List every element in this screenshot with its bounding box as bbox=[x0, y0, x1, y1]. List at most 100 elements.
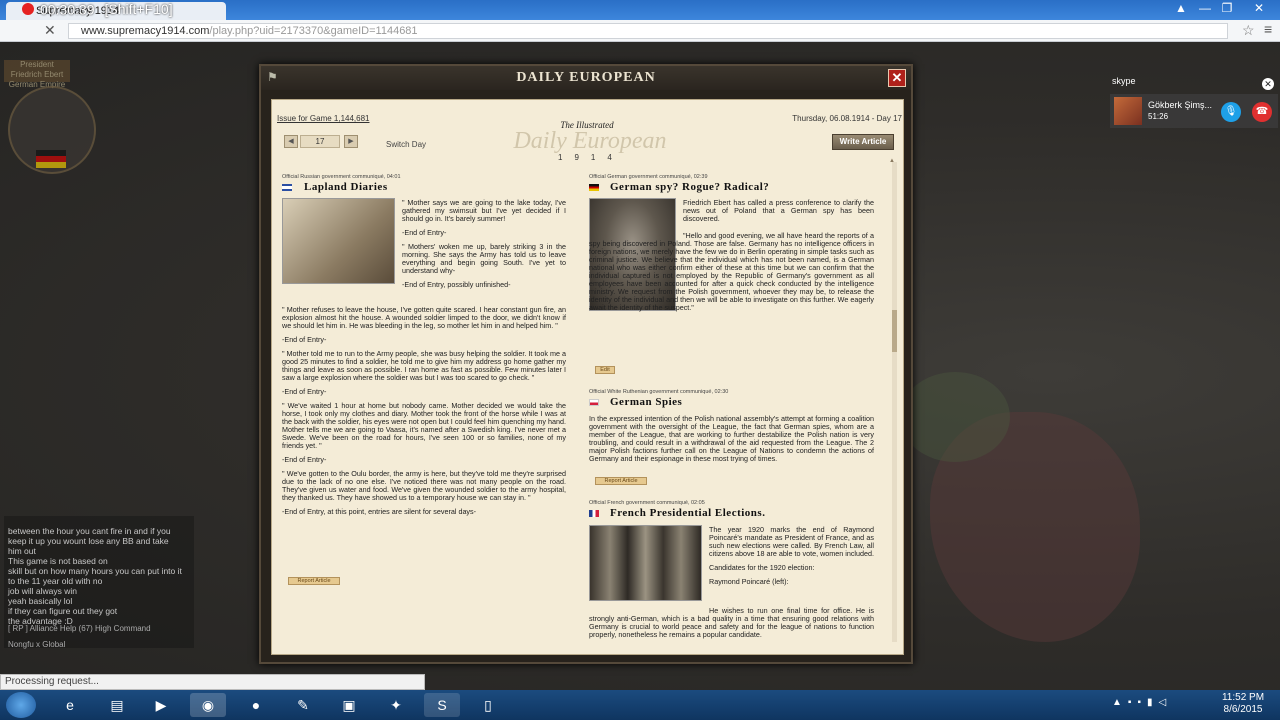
chat-tabs-secondary[interactable]: Nongfu x Global bbox=[8, 640, 65, 649]
article-paragraph: The year 1920 marks the end of Raymond P… bbox=[709, 525, 875, 558]
media-player-icon[interactable]: ▶ bbox=[143, 693, 179, 717]
finland-flag-icon bbox=[282, 184, 292, 191]
article-paragraph: He wishes to run one final time for offi… bbox=[589, 606, 874, 639]
switch-day-label[interactable]: Switch Day bbox=[386, 140, 426, 149]
article-paragraph: " We've waited 1 hour at home but nobody… bbox=[282, 401, 566, 450]
day-input[interactable]: 17 bbox=[300, 135, 340, 148]
browser-tab-bar: Supremacy 1914 00:30:39 [Shift+F10] ▲ — ❐… bbox=[0, 0, 1280, 20]
newspaper-window: ⚑ DAILY EUROPEAN ✕ Issue for Game 1,144,… bbox=[259, 64, 913, 664]
article-meta: Official White Ruthenian government comm… bbox=[589, 389, 729, 395]
chat-message: job will always win bbox=[8, 586, 77, 596]
article-body: He wishes to run one final time for offi… bbox=[589, 607, 874, 645]
chat-message: between the hour you cant fire in and if… bbox=[8, 526, 171, 536]
article-paragraph: " Mother told me to run to the Army peop… bbox=[282, 349, 566, 382]
skype-call-panel[interactable]: Gökberk Şimş... 51:26 🎙 ☎ bbox=[1110, 94, 1278, 128]
start-button[interactable] bbox=[6, 692, 36, 718]
maximize-icon[interactable]: ❐ bbox=[1216, 0, 1238, 16]
edit-article-button[interactable]: Edit bbox=[595, 366, 615, 374]
window-titlebar[interactable]: ⚑ DAILY EUROPEAN ✕ bbox=[261, 66, 911, 90]
url-field[interactable]: www.supremacy1914.com/play.php?uid=21733… bbox=[68, 23, 1228, 39]
president-panel: President Friedrich Ebert German Empire bbox=[4, 60, 70, 89]
notepad-icon[interactable]: ▯ bbox=[470, 693, 506, 717]
article-paragraph: -End of Entry- bbox=[282, 455, 327, 464]
article-paragraph: -End of Entry, at this point, entries ar… bbox=[282, 507, 477, 516]
chat-tabs[interactable]: [ RP ] Alliance Help (67) High Command bbox=[8, 624, 151, 633]
pen-tool-icon[interactable]: ✎ bbox=[285, 693, 321, 717]
recording-hotkey: [Shift+F10] bbox=[104, 1, 173, 18]
microphone-icon[interactable]: 🎙 bbox=[1221, 102, 1241, 122]
newspaper-date: Thursday, 06.08.1914 - Day 17 bbox=[792, 114, 902, 123]
window-title: DAILY EUROPEAN bbox=[516, 70, 656, 85]
chat-message: yeah basically lol bbox=[8, 596, 73, 606]
report-article-button[interactable]: Report Article bbox=[595, 477, 647, 485]
profile-icon[interactable]: ▲ bbox=[1170, 0, 1192, 16]
article-body: "Hello and good evening, we all have hea… bbox=[589, 232, 874, 318]
firefox-icon[interactable]: ● bbox=[238, 693, 274, 717]
masthead-year: 1914 bbox=[558, 153, 624, 162]
president-label: President bbox=[20, 60, 54, 69]
skype-close-icon[interactable]: ✕ bbox=[1262, 78, 1274, 90]
president-name: Friedrich Ebert bbox=[10, 70, 64, 79]
article-paragraph: -End of Entry- bbox=[282, 335, 327, 344]
skype-logo: skype bbox=[1112, 76, 1136, 86]
minimize-icon[interactable]: — bbox=[1194, 0, 1216, 16]
report-article-button[interactable]: Report Article bbox=[288, 577, 340, 585]
article-meta: Official Russian government communiqué, … bbox=[282, 174, 401, 180]
article-paragraph: -End of Entry- bbox=[282, 387, 327, 396]
article-headline: German Spies bbox=[610, 396, 683, 408]
recording-timer: 00:30:39 bbox=[40, 1, 95, 18]
french-flag-icon bbox=[589, 510, 599, 517]
url-path: /play.php?uid=2173370&gameID=1144681 bbox=[209, 25, 418, 37]
record-dot-icon bbox=[22, 3, 34, 16]
clock-time: 11:52 PM bbox=[1221, 692, 1265, 703]
skype-taskbar-icon[interactable]: S bbox=[424, 693, 460, 717]
next-day-button[interactable]: ▶ bbox=[344, 135, 358, 148]
article-paragraph: -End of Entry, possibly unfinished- bbox=[402, 280, 511, 289]
scrollbar-track[interactable] bbox=[892, 162, 897, 642]
call-timer: 51:26 bbox=[1148, 112, 1169, 121]
article-paragraph: " We've gotten to the Oulu border, the a… bbox=[282, 469, 566, 502]
close-icon[interactable]: ✕ bbox=[888, 69, 906, 87]
chat-message: skill but on how many hours you can put … bbox=[8, 566, 182, 576]
german-flag-icon bbox=[589, 184, 599, 191]
article-headline: Lapland Diaries bbox=[304, 181, 388, 193]
article-body: The year 1920 marks the end of Raymond P… bbox=[709, 526, 874, 592]
tool-app-icon[interactable]: ✦ bbox=[378, 693, 414, 717]
article-meta: Official German government communiqué, 0… bbox=[589, 174, 708, 180]
camera-app-icon[interactable]: ▣ bbox=[331, 693, 367, 717]
article-paragraph: " Mothers' woken me up, barely striking … bbox=[402, 242, 566, 275]
map-territory bbox=[900, 372, 1010, 462]
close-window-icon[interactable]: ✕ bbox=[1246, 0, 1272, 16]
status-bar: Processing request... bbox=[0, 674, 425, 690]
browser-menu-icon[interactable]: ≡ bbox=[1264, 21, 1272, 37]
chat-message: if they can figure out they got bbox=[8, 606, 118, 616]
taskbar-clock[interactable]: 11:52 PM 8/6/2015 bbox=[1218, 692, 1268, 716]
article-body: " Mother refuses to leave the house, I'v… bbox=[282, 306, 566, 522]
article-paragraph: "Hello and good evening, we all have hea… bbox=[589, 231, 874, 312]
diary-photo bbox=[282, 198, 395, 284]
end-call-icon[interactable]: ☎ bbox=[1252, 102, 1272, 122]
recording-overlay: 00:30:39 [Shift+F10] bbox=[10, 0, 210, 22]
chat-message: keep it up you wount lose any BB and tak… bbox=[8, 536, 169, 546]
issue-link[interactable]: Issue for Game 1,144,681 bbox=[277, 114, 370, 123]
article-paragraph: Raymond Poincaré (left): bbox=[709, 577, 789, 586]
ie-icon[interactable]: e bbox=[52, 693, 88, 717]
chrome-icon[interactable]: ◉ bbox=[190, 693, 226, 717]
stop-loading-icon[interactable]: ✕ bbox=[44, 22, 56, 39]
masthead: Daily European bbox=[513, 128, 667, 154]
article-body: " Mother says we are going to the lake t… bbox=[402, 199, 566, 295]
previous-day-button[interactable]: ◀ bbox=[284, 135, 298, 148]
article-paragraph: -End of Entry- bbox=[402, 228, 447, 237]
scrollbar-thumb[interactable] bbox=[892, 310, 897, 352]
chat-message: to the 11 year old with no bbox=[8, 576, 103, 586]
explorer-icon[interactable]: ▤ bbox=[99, 693, 135, 717]
article-meta: Official French government communiqué, 0… bbox=[589, 500, 705, 506]
url-host: www.supremacy1914.com bbox=[81, 25, 210, 37]
bookmark-star-icon[interactable]: ☆ bbox=[1242, 22, 1255, 39]
article-paragraph: " Mother says we are going to the lake t… bbox=[402, 198, 566, 223]
article-headline: French Presidential Elections. bbox=[610, 507, 766, 519]
write-article-button[interactable]: Write Article bbox=[832, 134, 894, 150]
candidates-photo bbox=[589, 525, 702, 601]
system-tray[interactable]: ▲▪▪▮◁ bbox=[1112, 697, 1172, 708]
article-paragraph: In the expressed intention of the Polish… bbox=[589, 414, 874, 463]
